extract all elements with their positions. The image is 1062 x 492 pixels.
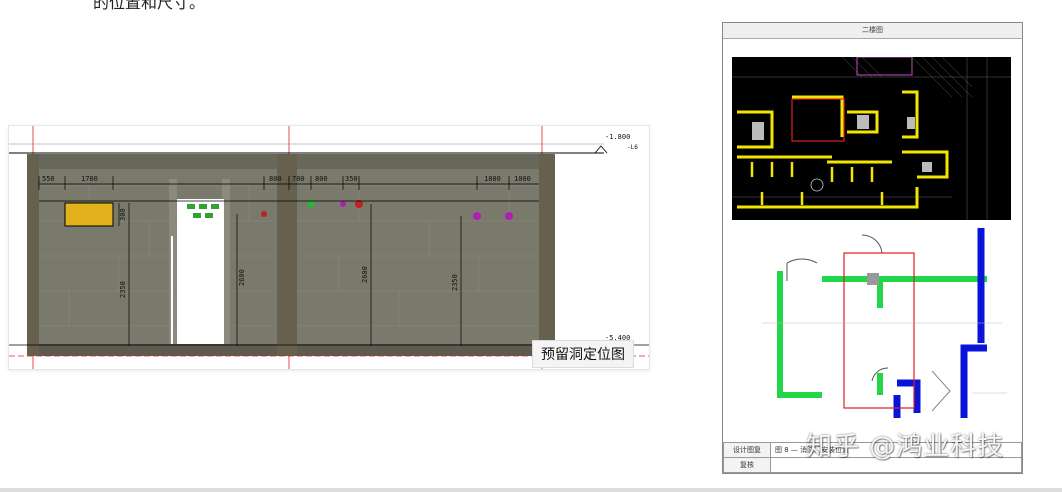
elevation-image[interactable]: 550 1700 800 700 800 350 1800 1000 300 2… <box>8 125 650 370</box>
article-page: 的位置和尺寸。 550 1700 800 700 800 350 1800 10… <box>0 0 1062 492</box>
bottom-divider <box>0 488 1062 492</box>
sheet-title: 二楼图 <box>723 23 1022 39</box>
level-top-label: -1.800 <box>605 133 630 141</box>
dim-label: 1000 <box>514 175 531 183</box>
dim-label: 1700 <box>81 175 98 183</box>
elevation-drawing: 550 1700 800 700 800 350 1800 1000 300 2… <box>9 126 649 369</box>
dim-label: 2350 <box>119 281 127 298</box>
dim-label: 2600 <box>238 269 246 286</box>
level-tag-label: -L6 <box>627 144 638 151</box>
table-cell-label: 设计图复 <box>723 442 771 458</box>
door-plan-detail-image <box>732 223 1011 438</box>
watermark-text: 知乎 @鸿业科技 <box>806 432 1005 462</box>
dim-label: 550 <box>42 175 55 183</box>
drawing-sheet-image[interactable]: 二楼图 设计图复 图 8 — 消防门安装位置 复核 <box>722 22 1023 474</box>
image-caption: 预留洞定位图 <box>532 340 634 368</box>
dim-label: 2350 <box>451 274 459 291</box>
dim-label: 350 <box>345 175 358 183</box>
dim-label: 800 <box>315 175 328 183</box>
article-text-fragment: 的位置和尺寸。 <box>93 0 206 12</box>
dim-label: 1800 <box>484 175 501 183</box>
dim-label: 2600 <box>361 266 369 283</box>
table-cell-label: 复核 <box>723 457 771 473</box>
dim-label: 300 <box>119 208 127 221</box>
dim-label: 700 <box>292 175 305 183</box>
dim-label: 800 <box>269 175 282 183</box>
cad-floorplan-image <box>732 56 1011 220</box>
